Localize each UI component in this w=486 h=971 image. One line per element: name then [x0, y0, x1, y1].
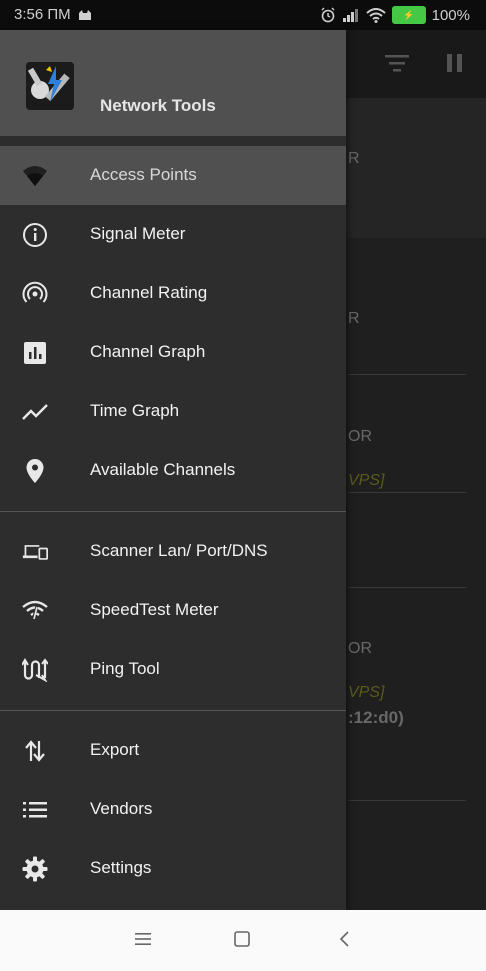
menu-item-label: SpeedTest Meter	[90, 600, 219, 619]
menu-item-access-points[interactable]: Access Points	[0, 146, 346, 205]
wifi-icon	[365, 7, 386, 23]
status-time: 3:56 ПМ	[14, 6, 71, 23]
menu-item-channel-rating[interactable]: Channel Rating	[0, 264, 346, 323]
menu-item-label: Available Channels	[90, 460, 236, 479]
menu-item-vendors[interactable]: Vendors	[0, 780, 346, 839]
menu-item-label: Signal Meter	[90, 224, 186, 243]
menu-item-label: Channel Graph	[90, 342, 206, 361]
menu-item-label: Export	[90, 740, 140, 759]
battery-level: 100%	[431, 6, 470, 24]
devices-icon	[22, 539, 48, 565]
broadcast-icon	[22, 281, 48, 307]
drawer-app-title: Network Tools	[100, 96, 216, 115]
menu-item-ping-tool[interactable]: Ping Tool	[0, 640, 346, 699]
menu-item-settings[interactable]: Settings	[0, 839, 346, 898]
speed-wifi-icon	[22, 598, 48, 624]
menu-item-label: Scanner Lan/ Port/DNS	[90, 541, 268, 560]
wifi-icon	[22, 163, 48, 189]
menu-item-export[interactable]: Export	[0, 721, 346, 780]
system-nav-bar	[0, 910, 486, 971]
home-icon[interactable]	[233, 930, 251, 953]
menu-item-signal-meter[interactable]: Signal Meter	[0, 205, 346, 264]
import-export-icon	[22, 738, 48, 764]
cat-icon	[77, 9, 93, 21]
menu-item-label: Settings	[90, 858, 152, 877]
drawer-divider	[0, 511, 346, 512]
battery-icon: ⚡	[391, 6, 426, 24]
gear-icon	[22, 856, 48, 882]
app-logo	[26, 62, 74, 110]
menu-item-label: Vendors	[90, 799, 153, 818]
menu-item-label: Access Points	[90, 165, 197, 184]
menu-icon[interactable]	[134, 930, 152, 953]
menu-item-label: Ping Tool	[90, 659, 160, 678]
drawer-divider	[0, 710, 346, 711]
list-icon	[22, 797, 48, 823]
status-bar: 3:56 ПМ ⚡ 100%	[0, 0, 486, 30]
menu-item-time-graph[interactable]: Time Graph	[0, 382, 346, 441]
navigation-drawer: Network Tools Access Points Signal Meter…	[0, 30, 346, 910]
trend-line-icon	[22, 399, 48, 425]
bar-chart-icon	[22, 340, 48, 366]
menu-item-label: Channel Rating	[90, 283, 208, 302]
drawer-header: Network Tools	[0, 30, 346, 136]
menu-item-scanner[interactable]: Scanner Lan/ Port/DNS	[0, 522, 346, 581]
back-icon[interactable]	[336, 930, 354, 953]
ping-icon	[22, 657, 48, 683]
menu-item-channel-graph[interactable]: Channel Graph	[0, 323, 346, 382]
signal-icon	[342, 8, 360, 22]
location-pin-icon	[22, 458, 48, 484]
menu-item-speedtest[interactable]: SpeedTest Meter	[0, 581, 346, 640]
menu-item-available-channels[interactable]: Available Channels	[0, 441, 346, 500]
menu-item-label: Time Graph	[90, 401, 180, 420]
info-icon	[22, 222, 48, 248]
alarm-icon	[320, 7, 336, 23]
